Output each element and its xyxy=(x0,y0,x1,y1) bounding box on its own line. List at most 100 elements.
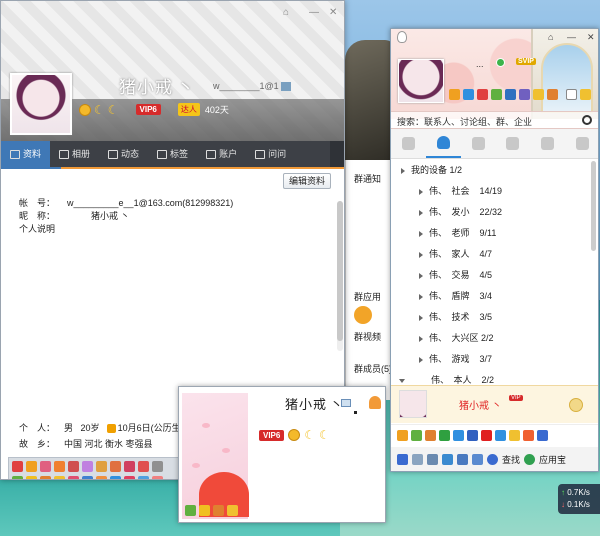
grid-icon[interactable] xyxy=(537,430,548,441)
group-item[interactable]: 伟、 游戏 3/7 xyxy=(391,349,598,370)
mail-icon[interactable] xyxy=(442,453,453,465)
mic-icon[interactable] xyxy=(495,430,506,441)
self-avatar[interactable] xyxy=(399,390,427,418)
self-contact-row[interactable]: 猪小戒 丶 VIP xyxy=(391,385,598,423)
message-box-icon[interactable] xyxy=(566,89,577,100)
qq-nickname[interactable]: ... xyxy=(476,59,484,69)
tab-apps[interactable] xyxy=(530,129,565,158)
file-icon[interactable] xyxy=(457,453,468,465)
privilege-icon[interactable] xyxy=(152,461,163,472)
privilege-icon[interactable] xyxy=(185,505,196,516)
app-icon[interactable] xyxy=(397,430,408,441)
privilege-icon[interactable] xyxy=(12,461,23,472)
minimize-icon[interactable]: — xyxy=(309,7,319,18)
privilege-icon[interactable] xyxy=(138,476,149,479)
group-members[interactable]: 群成员(5) xyxy=(354,362,392,375)
privilege-icon[interactable] xyxy=(227,505,238,516)
group-item[interactable]: 伟、 大兴区 2/2 xyxy=(391,328,598,349)
privilege-icon[interactable] xyxy=(124,461,135,472)
medal-icon[interactable] xyxy=(369,396,381,409)
skin-icon[interactable]: ⌂ xyxy=(283,7,289,18)
service-icon[interactable] xyxy=(547,89,558,100)
group-notice[interactable]: 群通知 xyxy=(354,172,381,185)
group-item[interactable]: 伟、 交易 4/5 xyxy=(391,265,598,286)
close-icon[interactable]: ✕ xyxy=(587,32,595,43)
profile-scrollbar[interactable] xyxy=(337,201,343,351)
tab-recent[interactable] xyxy=(391,129,426,158)
group-item[interactable]: 伟、 盾牌 3/4 xyxy=(391,286,598,307)
svip-badge[interactable]: SVIP xyxy=(516,58,536,65)
group-item[interactable]: 伟、 发小 22/32 xyxy=(391,202,598,223)
group-video[interactable]: 群视频 xyxy=(354,330,381,343)
shield-icon[interactable] xyxy=(453,430,464,441)
app-icon[interactable] xyxy=(509,430,520,441)
skin-icon[interactable]: ⌂ xyxy=(548,32,553,42)
appstore-icon[interactable] xyxy=(524,453,536,465)
privilege-icon[interactable] xyxy=(110,461,121,472)
copy-icon[interactable] xyxy=(280,82,291,92)
gear-icon[interactable] xyxy=(412,453,423,465)
app-icon[interactable] xyxy=(467,430,478,441)
search-icon[interactable] xyxy=(487,453,498,465)
group-item[interactable]: 伟、 家人 4/7 xyxy=(391,244,598,265)
tab-phone[interactable] xyxy=(565,129,598,158)
privilege-icon[interactable] xyxy=(54,461,65,472)
service-icon[interactable] xyxy=(477,89,488,100)
minimize-icon[interactable]: — xyxy=(567,32,576,42)
app-icon[interactable] xyxy=(411,430,422,441)
group-item[interactable]: 伟、 老师 9/11 xyxy=(391,223,598,244)
tab-ask[interactable]: 问问 xyxy=(246,141,295,167)
privilege-icon[interactable] xyxy=(54,476,65,479)
group-item[interactable]: 伟、 技术 3/5 xyxy=(391,307,598,328)
privilege-icon[interactable] xyxy=(26,461,37,472)
tab-contacts[interactable] xyxy=(425,129,461,158)
qq-avatar[interactable] xyxy=(398,59,444,103)
privilege-icon[interactable] xyxy=(124,476,135,479)
group-item-devices[interactable]: 我的设备 1/2 xyxy=(391,160,598,181)
app-manager-icon[interactable] xyxy=(472,453,483,465)
group-app-icon[interactable] xyxy=(354,306,372,324)
menu-icon[interactable] xyxy=(397,453,408,465)
tab-album[interactable]: 相册 xyxy=(50,141,99,167)
privilege-icon[interactable] xyxy=(152,476,163,479)
privilege-icon[interactable] xyxy=(96,461,107,472)
screen-icon[interactable] xyxy=(341,399,351,407)
privilege-icon[interactable] xyxy=(68,476,79,479)
service-icon[interactable] xyxy=(463,89,474,100)
privilege-icon[interactable] xyxy=(40,476,51,479)
tab-chat[interactable] xyxy=(461,129,496,158)
daren-badge[interactable]: 达人 xyxy=(177,103,200,116)
edit-profile-button[interactable]: 编辑资料 xyxy=(283,173,331,189)
profile-scroll-thumb[interactable] xyxy=(337,201,343,341)
tab-more[interactable] xyxy=(330,141,344,167)
vip-badge[interactable]: VIP6 xyxy=(135,104,161,115)
service-icon[interactable] xyxy=(533,89,544,100)
qq-search-bar[interactable]: 搜索：联系人、讨论组、群、企业 xyxy=(391,111,598,129)
privilege-icon[interactable] xyxy=(96,476,107,479)
privilege-icon[interactable] xyxy=(82,476,93,479)
search-icon[interactable] xyxy=(582,115,592,125)
appstore-button[interactable]: 应用宝 xyxy=(539,453,566,466)
close-icon[interactable]: ✕ xyxy=(329,7,337,18)
online-status-icon[interactable] xyxy=(496,58,505,67)
vip-badge[interactable]: VIP6 xyxy=(259,429,285,441)
net-speed-widget[interactable]: ↑ 0.7K/s ↓ 0.1K/s xyxy=(558,484,600,514)
group-item[interactable]: 伟、 社会 14/19 xyxy=(391,181,598,202)
mail-icon[interactable] xyxy=(505,89,516,100)
play-icon[interactable] xyxy=(439,430,450,441)
tab-feed[interactable]: 动态 xyxy=(99,141,148,167)
service-icon[interactable] xyxy=(519,89,530,100)
find-button[interactable]: 查找 xyxy=(502,453,520,466)
tab-profile[interactable]: 资料 xyxy=(1,141,51,167)
app-icon[interactable] xyxy=(425,430,436,441)
tab-space[interactable] xyxy=(495,129,530,158)
privilege-icon[interactable] xyxy=(40,461,51,472)
coin-icon[interactable] xyxy=(580,89,591,100)
service-icon[interactable] xyxy=(449,89,460,100)
privilege-icon[interactable] xyxy=(82,461,93,472)
sound-icon[interactable] xyxy=(427,453,438,465)
app-icon[interactable] xyxy=(523,430,534,441)
contact-scrollbar[interactable] xyxy=(591,161,596,251)
privilege-icon[interactable] xyxy=(68,461,79,472)
privilege-icon[interactable] xyxy=(138,461,149,472)
